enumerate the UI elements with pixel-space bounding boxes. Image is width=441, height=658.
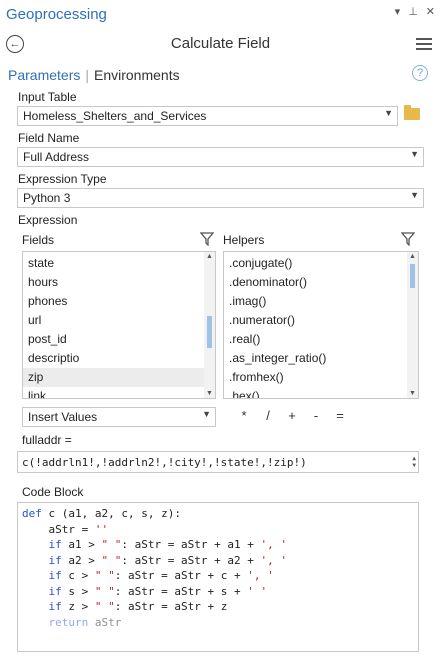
list-item[interactable]: .denominator() — [224, 273, 418, 292]
expression-scroll-icon[interactable]: ▲ ▼ — [412, 455, 416, 469]
tool-title: Calculate Field — [170, 35, 271, 52]
expression-type-value: Python 3 — [23, 191, 71, 205]
list-item[interactable]: descriptio — [23, 349, 215, 368]
input-table-label: Input Table — [18, 90, 77, 104]
multiply-button[interactable]: * — [232, 408, 256, 423]
chevron-down-icon: ▼ — [410, 190, 419, 200]
tab-environments[interactable]: Environments — [94, 67, 180, 83]
scroll-down-icon[interactable]: ▼ — [206, 390, 213, 397]
fields-list[interactable]: state hours phones url post_id descripti… — [22, 251, 216, 399]
chevron-down-icon: ▼ — [410, 149, 419, 159]
pane-options-icon[interactable]: ▾ — [395, 5, 401, 18]
chevron-down-icon: ▼ — [202, 409, 211, 419]
code-line: if z > " ": aStr = aStr + z — [48, 600, 228, 613]
helpers-filter-icon[interactable] — [401, 232, 415, 246]
scroll-thumb[interactable] — [410, 264, 415, 288]
list-item[interactable]: .conjugate() — [224, 254, 418, 273]
helpers-label: Helpers — [223, 233, 265, 247]
divide-button[interactable]: / — [256, 408, 280, 423]
field-name-label: Field Name — [18, 131, 80, 145]
tab-separator: | — [85, 67, 89, 83]
add-button[interactable]: + — [280, 408, 304, 423]
code-block-label: Code Block — [22, 485, 84, 499]
list-item[interactable]: hours — [23, 273, 215, 292]
list-item[interactable]: .fromhex() — [224, 368, 418, 387]
helpers-list[interactable]: .conjugate() .denominator() .imag() .num… — [223, 251, 419, 399]
code-line: if a1 > " ": aStr = aStr + a1 + ', ' — [48, 538, 287, 551]
input-table-select[interactable]: Homeless_Shelters_and_Services ▼ — [17, 106, 398, 126]
list-item[interactable]: .imag() — [224, 292, 418, 311]
code-line: def c (a1, a2, c, s, z): — [22, 507, 181, 520]
code-line: if s > " ": aStr = aStr + s + ' ' — [48, 584, 268, 598]
subtract-button[interactable]: - — [304, 408, 328, 423]
tab-parameters[interactable]: Parameters — [8, 67, 80, 83]
code-line: if c > " ": aStr = aStr + c + ', ' — [48, 569, 274, 582]
code-block-editor[interactable]: def c (a1, a2, c, s, z): aStr = '' if a1… — [17, 502, 419, 652]
fields-filter-icon[interactable] — [200, 232, 214, 246]
input-table-value: Homeless_Shelters_and_Services — [23, 109, 207, 123]
expression-label: Expression — [18, 213, 78, 227]
list-item[interactable]: .numerator() — [224, 311, 418, 330]
list-item[interactable]: link — [23, 387, 215, 398]
pane-titlebar: Geoprocessing ▾ ⊥ ✕ — [0, 0, 441, 29]
list-item-selected[interactable]: zip — [23, 368, 215, 387]
scroll-thumb[interactable] — [207, 316, 212, 348]
operator-buttons: * / + - = — [232, 408, 352, 423]
help-icon[interactable]: ? — [412, 65, 428, 81]
expression-type-label: Expression Type — [18, 172, 107, 186]
list-item[interactable]: state — [23, 254, 215, 273]
fields-label: Fields — [22, 233, 55, 247]
expression-text: c(!addrln1!,!addrln2!,!city!,!state!,!zi… — [22, 456, 307, 469]
target-field-label: fulladdr = — [22, 433, 72, 447]
expression-input[interactable]: c(!addrln1!,!addrln2!,!city!,!state!,!zi… — [17, 451, 419, 473]
pane-controls: ▾ ⊥ ✕ — [395, 5, 435, 18]
pin-icon[interactable]: ⊥ — [408, 5, 418, 18]
field-name-select[interactable]: Full Address ▼ — [17, 147, 424, 167]
expression-type-select[interactable]: Python 3 ▼ — [17, 188, 424, 208]
list-item[interactable]: .real() — [224, 330, 418, 349]
list-item[interactable]: phones — [23, 292, 215, 311]
equals-button[interactable]: = — [328, 408, 352, 423]
code-line: return aStr — [48, 615, 122, 629]
list-item[interactable]: post_id — [23, 330, 215, 349]
list-item[interactable]: url — [23, 311, 215, 330]
list-item[interactable]: .hex() — [224, 387, 418, 398]
hamburger-icon — [416, 38, 432, 40]
list-item[interactable]: .as_integer_ratio() — [224, 349, 418, 368]
pane-title: Geoprocessing — [6, 6, 107, 23]
fields-scrollbar[interactable]: ▲ ▼ — [204, 252, 215, 398]
insert-values-select[interactable]: Insert Values ▼ — [22, 407, 216, 427]
tool-header: ← Calculate Field — [0, 29, 441, 59]
insert-values-value: Insert Values — [28, 410, 98, 424]
scroll-down-icon[interactable]: ▼ — [409, 390, 416, 397]
code-line: aStr = '' — [22, 522, 109, 536]
tool-tabs: Parameters | Environments — [8, 66, 180, 84]
chevron-down-icon: ▼ — [384, 108, 393, 118]
scroll-up-icon[interactable]: ▲ — [206, 253, 213, 260]
scroll-up-icon[interactable]: ▲ — [409, 253, 416, 260]
code-line: if a2 > " ": aStr = aStr + a2 + ', ' — [48, 553, 287, 567]
helpers-scrollbar[interactable]: ▲ ▼ — [407, 252, 418, 398]
field-name-value: Full Address — [23, 150, 90, 164]
close-icon[interactable]: ✕ — [426, 5, 435, 18]
browse-folder-icon[interactable] — [404, 105, 420, 120]
menu-button[interactable] — [416, 38, 432, 53]
